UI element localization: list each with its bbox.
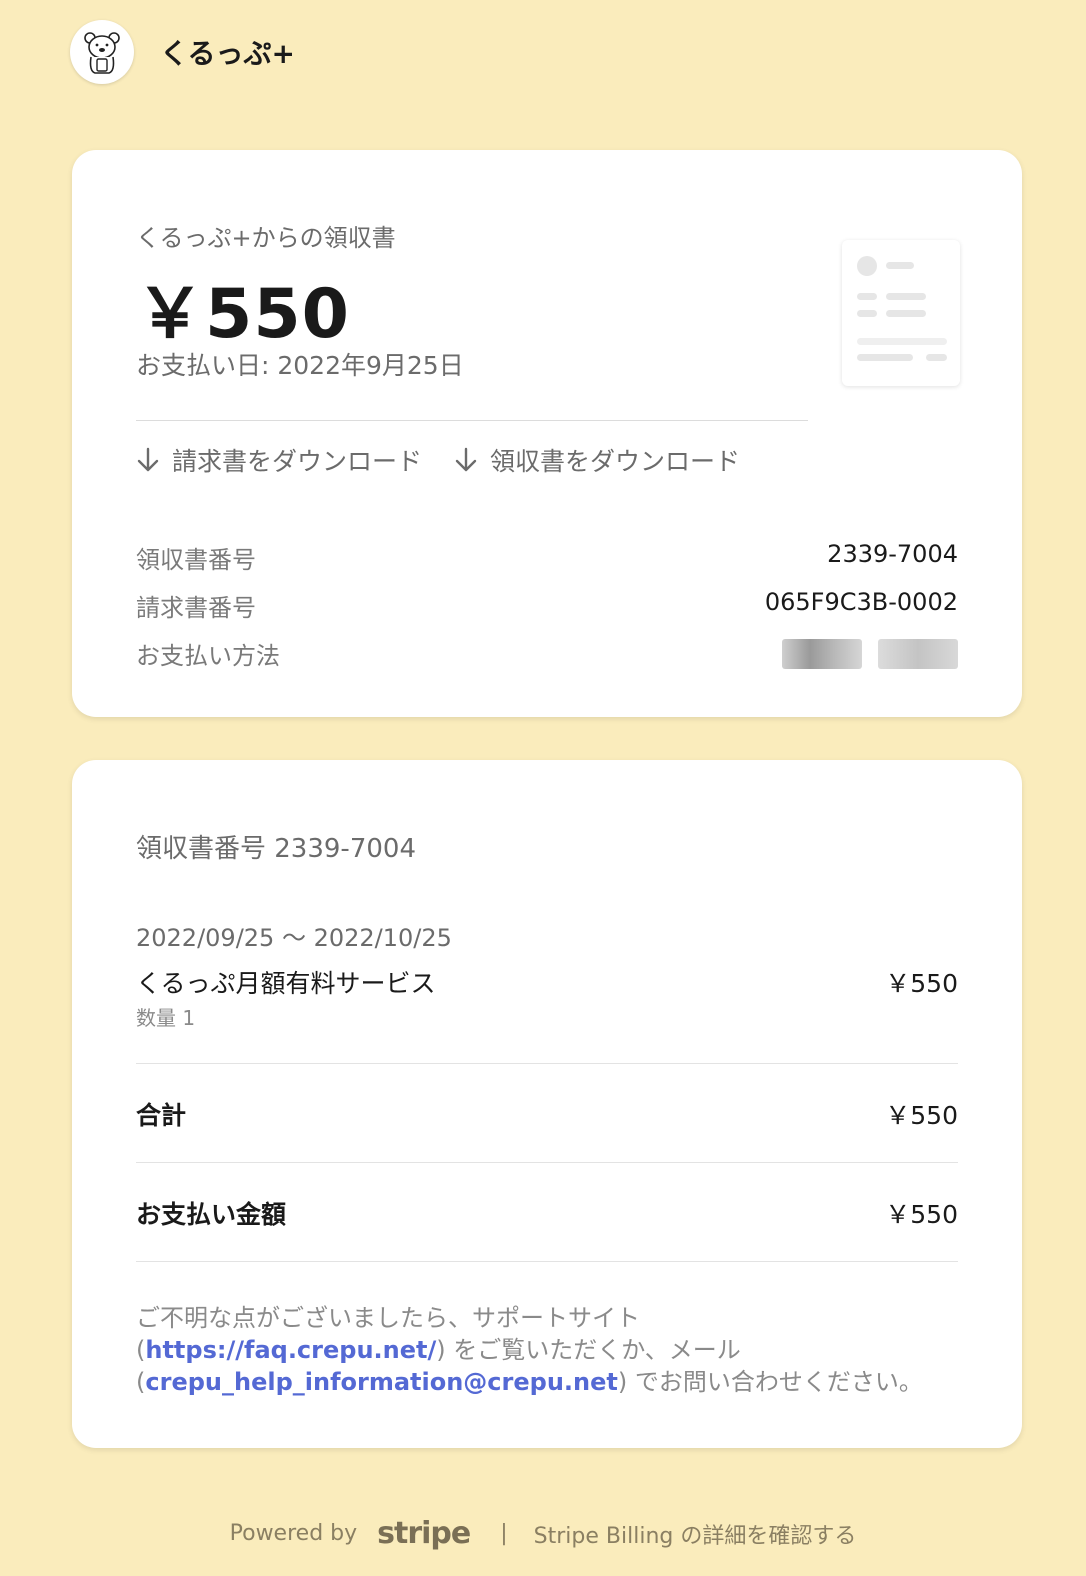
footer-separator: | xyxy=(500,1521,508,1546)
summary-title: 領収書番号 2339-7004 xyxy=(136,834,416,864)
payment-method-value-redacted xyxy=(782,636,958,671)
support-text-part: ) でお問い合わせください。 xyxy=(617,1368,923,1396)
receipt-document-icon xyxy=(842,240,960,386)
support-text-part: ご不明な点がございましたら、サポートサイト xyxy=(136,1304,640,1332)
download-receipt-label: 領収書をダウンロード xyxy=(490,447,741,476)
total-value: ￥550 xyxy=(885,1101,958,1130)
amount-paid-label: お支払い金額 xyxy=(136,1200,287,1229)
support-text: ご不明な点がございましたら、サポートサイト (https://faq.crepu… xyxy=(136,1302,958,1398)
stripe-billing-link[interactable]: Stripe Billing の詳細を確認する xyxy=(534,1518,857,1550)
receipt-card: くるっぷ+からの領収書 ￥550 お支払い日: 2022年9月25日 請求書をダ… xyxy=(72,150,1022,717)
support-url-link[interactable]: https://faq.crepu.net/ xyxy=(145,1336,436,1364)
line-item-price: ￥550 xyxy=(885,969,958,998)
brand-avatar[interactable] xyxy=(70,20,134,84)
arrow-down-icon xyxy=(137,447,159,472)
footer: Powered by stripe | Stripe Billing の詳細を確… xyxy=(0,1516,1086,1551)
line-item-qty: 数量 1 xyxy=(136,1006,196,1030)
divider xyxy=(136,1162,958,1163)
brand-name: くるっぷ+ xyxy=(160,37,295,70)
divider xyxy=(136,1063,958,1064)
amount-paid-row: お支払い金額 ￥550 xyxy=(136,1195,958,1231)
amount-paid-value: ￥550 xyxy=(885,1200,958,1229)
receipt-number-label: 領収書番号 xyxy=(136,546,256,574)
support-text-part: ( xyxy=(136,1368,146,1396)
support-text-part: ( xyxy=(136,1336,146,1364)
bear-icon xyxy=(84,32,120,74)
line-item: くるっぷ月額有料サービス ￥550 xyxy=(136,964,958,1000)
paid-date: お支払い日: 2022年9月25日 xyxy=(136,351,464,380)
download-invoice-label: 請求書をダウンロード xyxy=(172,447,423,476)
download-receipt-link[interactable]: 領収書をダウンロード xyxy=(454,442,740,478)
divider xyxy=(136,1261,958,1262)
invoice-number-value: 065F9C3B-0002 xyxy=(764,588,958,616)
download-invoice-link[interactable]: 請求書をダウンロード xyxy=(136,442,422,478)
receipt-number-value: 2339-7004 xyxy=(827,540,958,568)
powered-by-text: Powered by xyxy=(229,1521,358,1546)
stripe-logo[interactable]: stripe xyxy=(377,1516,471,1551)
total-label: 合計 xyxy=(136,1101,187,1130)
billing-period: 2022/09/25 ～ 2022/10/25 xyxy=(136,924,452,952)
line-item-name: くるっぷ月額有料サービス xyxy=(136,969,436,998)
invoice-number-row: 請求書番号 065F9C3B-0002 xyxy=(136,588,958,623)
arrow-down-icon xyxy=(455,447,477,472)
receipt-summary-card: 領収書番号 2339-7004 2022/09/25 ～ 2022/10/25 … xyxy=(72,760,1022,1448)
receipt-number-row: 領収書番号 2339-7004 xyxy=(136,540,958,575)
support-text-part: ) をご覧いただくか、メール xyxy=(436,1336,741,1364)
payment-method-row: お支払い方法 xyxy=(136,636,958,671)
payment-method-label: お支払い方法 xyxy=(136,642,280,670)
header: くるっぷ+ xyxy=(70,20,295,84)
divider xyxy=(136,420,808,421)
receipt-amount: ￥550 xyxy=(136,275,350,354)
total-row: 合計 ￥550 xyxy=(136,1096,958,1132)
download-links: 請求書をダウンロード 領収書をダウンロード xyxy=(136,442,740,478)
support-email-link[interactable]: crepu_help_information@crepu.net xyxy=(145,1368,618,1396)
invoice-number-label: 請求書番号 xyxy=(136,594,256,622)
receipt-from: くるっぷ+からの領収書 xyxy=(136,224,396,252)
